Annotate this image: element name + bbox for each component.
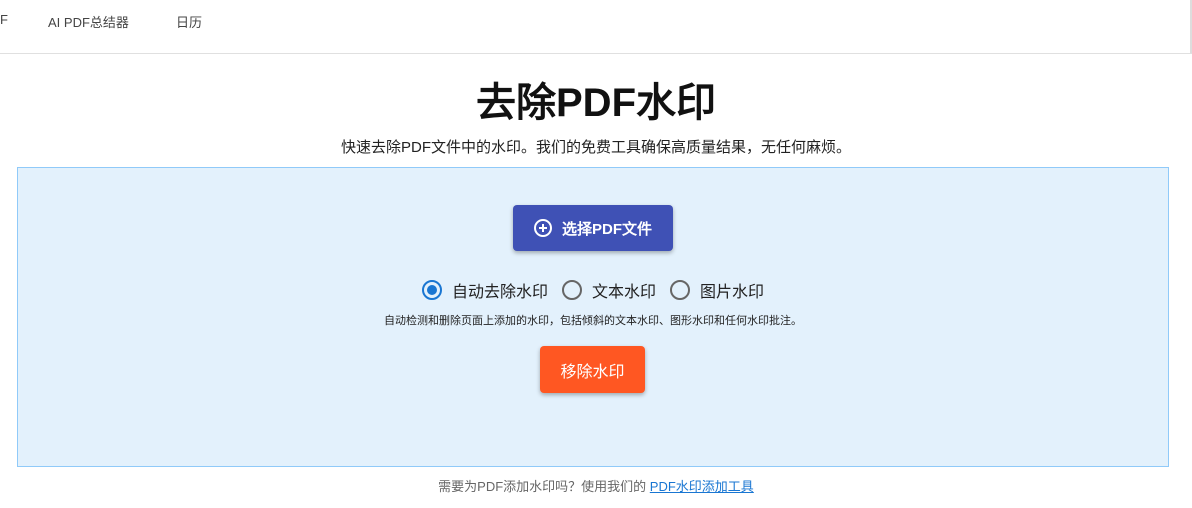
page-subtitle: 快速去除PDF文件中的水印。我们的免费工具确保高质量结果，无任何麻烦。: [340, 139, 851, 156]
select-pdf-button[interactable]: 选择PDF文件: [513, 205, 673, 251]
radio-label: 图片水印: [700, 284, 765, 301]
radio-unchecked-icon[interactable]: [561, 280, 582, 300]
footer-note: 需要为PDF添加水印吗？使用我们的 PDF水印添加工具: [0, 476, 1192, 495]
page-title: 去除PDF水印: [476, 81, 716, 125]
mode-radio-group: 自动去除水印 文本水印 图片水印: [18, 278, 1168, 302]
radio-unchecked-icon[interactable]: [670, 280, 690, 300]
radio-checked-icon[interactable]: [421, 280, 442, 300]
remove-watermark-button[interactable]: 移除水印: [540, 346, 645, 393]
select-pdf-label: 选择PDF文件: [561, 220, 652, 238]
nav-item-pdf[interactable]: F: [0, 12, 8, 27]
radio-image[interactable]: 图片水印: [670, 278, 764, 302]
nav-item-calendar[interactable]: 日历: [176, 12, 202, 31]
radio-text[interactable]: 文本水印: [561, 278, 656, 302]
mode-hint: 自动检测和删除页面上添加的水印，包括倾斜的文本水印、图形水印和任何水印批注。: [384, 315, 802, 327]
add-watermark-link[interactable]: PDF水印添加工具: [650, 479, 754, 494]
top-nav: F AI PDF总结器 日历: [0, 0, 1192, 54]
nav-item-ai-summarizer[interactable]: AI PDF总结器: [48, 12, 129, 31]
footer-text: 需要为PDF添加水印吗？使用我们的: [438, 479, 650, 494]
plus-circle-icon: [533, 219, 552, 237]
upload-area[interactable]: 选择PDF文件 自动去除水印 文本水印 图片水印 自动检测和删除页面上添加的水印…: [17, 167, 1169, 467]
radio-label: 自动去除水印: [451, 284, 548, 301]
radio-auto[interactable]: 自动去除水印: [421, 278, 548, 302]
radio-label: 文本水印: [591, 284, 656, 301]
